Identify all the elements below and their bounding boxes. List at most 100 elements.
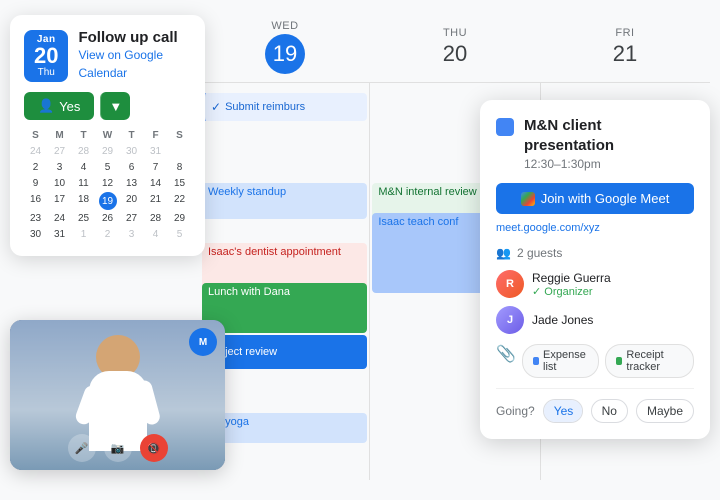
reggie-info: Reggie Guerra ✓ Organizer bbox=[532, 271, 611, 298]
rsvp-maybe-button[interactable]: Maybe bbox=[636, 399, 694, 423]
receipt-dot bbox=[616, 357, 622, 365]
notification-header: Jan 20 Thu Follow up call View on Google… bbox=[24, 29, 191, 82]
cal-day-7[interactable]: 7 bbox=[144, 160, 167, 175]
receipt-tracker-chip[interactable]: Receipt tracker bbox=[605, 344, 694, 378]
cal-day-24b[interactable]: 24 bbox=[48, 211, 71, 226]
cal-day-27[interactable]: 27 bbox=[48, 144, 71, 159]
day-col-thu: THU 20 bbox=[370, 27, 540, 67]
cal-day-26[interactable]: 26 bbox=[96, 211, 119, 226]
cal-day-3[interactable]: 3 bbox=[48, 160, 71, 175]
going-label: Going? bbox=[496, 404, 535, 418]
cal-day-21[interactable]: 21 bbox=[144, 192, 167, 210]
notification-event-title: Follow up call bbox=[78, 29, 191, 46]
join-meet-button[interactable]: Join with Google Meet bbox=[496, 183, 694, 214]
guest-jade: J Jade Jones bbox=[496, 306, 694, 334]
yes-button[interactable]: 👤 Yes bbox=[24, 92, 94, 120]
cal-day-11[interactable]: 11 bbox=[72, 176, 95, 191]
event-yoga[interactable]: Do yoga bbox=[202, 413, 367, 443]
badge-day: 20 bbox=[34, 45, 58, 67]
cal-day-12[interactable]: 12 bbox=[96, 176, 119, 191]
thu-name: THU bbox=[370, 27, 540, 39]
jade-avatar: J bbox=[496, 306, 524, 334]
cal-day-19-today[interactable]: 19 bbox=[99, 192, 117, 210]
fri-number: 21 bbox=[540, 41, 710, 67]
video-controls: 🎤 📷 📵 bbox=[68, 434, 168, 462]
cal-day-24[interactable]: 24 bbox=[24, 144, 47, 159]
google-meet-icon bbox=[521, 192, 535, 206]
cal-header-s2: S bbox=[168, 128, 191, 143]
guest-reggie: R Reggie Guerra ✓ Organizer bbox=[496, 270, 694, 298]
cal-day-9[interactable]: 9 bbox=[24, 176, 47, 191]
yes-rsvp-group: Yes ▾ bbox=[543, 399, 583, 423]
yes-dropdown-button[interactable]: ▼ bbox=[100, 92, 130, 120]
notification-actions: 👤 Yes ▼ bbox=[24, 92, 191, 120]
camera-button[interactable]: 📷 bbox=[104, 434, 132, 462]
cal-day-4[interactable]: 4 bbox=[72, 160, 95, 175]
cal-day-31[interactable]: 31 bbox=[144, 144, 167, 159]
hangup-button[interactable]: 📵 bbox=[140, 434, 168, 462]
cal-day-1next[interactable]: 1 bbox=[72, 227, 95, 242]
meet-link[interactable]: meet.google.com/xyz bbox=[496, 222, 694, 234]
badge-weekday: Thu bbox=[34, 67, 58, 78]
popup-event-time: 12:30–1:30pm bbox=[524, 157, 694, 171]
cal-day-5[interactable]: 5 bbox=[96, 160, 119, 175]
cal-day-29[interactable]: 29 bbox=[96, 144, 119, 159]
cal-day-18[interactable]: 18 bbox=[72, 192, 95, 210]
cal-day-4next[interactable]: 4 bbox=[144, 227, 167, 242]
cal-day-30b[interactable]: 30 bbox=[24, 227, 47, 242]
cal-day-15[interactable]: 15 bbox=[168, 176, 191, 191]
cal-header-s1: S bbox=[24, 128, 47, 143]
cal-day-3next[interactable]: 3 bbox=[120, 227, 143, 242]
wed-name: WED bbox=[200, 20, 370, 32]
thu-number: 20 bbox=[370, 41, 540, 67]
cal-day-2next[interactable]: 2 bbox=[96, 227, 119, 242]
expense-list-chip[interactable]: Expense list bbox=[522, 344, 599, 378]
cal-day-16[interactable]: 16 bbox=[24, 192, 47, 210]
cal-day-25[interactable]: 25 bbox=[72, 211, 95, 226]
wed-column: ✓ Submit reimburs Weekly standup Isaac's… bbox=[200, 83, 369, 480]
cal-day-5next[interactable]: 5 bbox=[168, 227, 191, 242]
cal-day-28b[interactable]: 28 bbox=[144, 211, 167, 226]
cal-day-10[interactable]: 10 bbox=[48, 176, 71, 191]
date-badge: Jan 20 Thu bbox=[24, 30, 68, 82]
rsvp-no-button[interactable]: No bbox=[591, 399, 628, 423]
event-lunch-dana[interactable]: Lunch with Dana bbox=[202, 283, 367, 333]
cal-day-6[interactable]: 6 bbox=[120, 160, 143, 175]
event-weekly-standup[interactable]: Weekly standup bbox=[202, 183, 367, 219]
cal-day-27b[interactable]: 27 bbox=[120, 211, 143, 226]
cal-day-20-row4[interactable]: 20 bbox=[120, 192, 143, 210]
cal-day-31b[interactable]: 31 bbox=[48, 227, 71, 242]
meet-avatar-icon: M bbox=[189, 328, 217, 356]
cal-day-17[interactable]: 17 bbox=[48, 192, 71, 210]
calendar-header: WED 19 THU 20 FRI 21 bbox=[200, 20, 710, 82]
cal-day-empty bbox=[168, 144, 191, 159]
mute-button[interactable]: 🎤 bbox=[68, 434, 96, 462]
guests-icon: 👥 bbox=[496, 246, 511, 260]
cal-day-22[interactable]: 22 bbox=[168, 192, 191, 210]
reggie-avatar: R bbox=[496, 270, 524, 298]
event-submit-reimburs[interactable]: ✓ Submit reimburs bbox=[202, 93, 367, 121]
wed-number: 19 bbox=[265, 34, 305, 74]
cal-header-m: M bbox=[48, 128, 71, 143]
cal-header-f: F bbox=[144, 128, 167, 143]
cal-header-t1: T bbox=[72, 128, 95, 143]
expense-dot bbox=[533, 357, 539, 365]
cal-day-28[interactable]: 28 bbox=[72, 144, 95, 159]
event-project-review[interactable]: Project review bbox=[202, 335, 367, 369]
rsvp-yes-button[interactable]: Yes bbox=[544, 400, 583, 422]
mini-month-calendar: S M T W T F S 24 27 28 29 30 31 2 3 4 5 … bbox=[24, 128, 191, 242]
cal-day-30[interactable]: 30 bbox=[120, 144, 143, 159]
reggie-role: ✓ Organizer bbox=[532, 285, 611, 298]
cal-day-14[interactable]: 14 bbox=[144, 176, 167, 191]
guests-count: 👥 2 guests bbox=[496, 246, 694, 260]
day-col-fri: FRI 21 bbox=[540, 27, 710, 67]
notification-event-info: Follow up call View on Google Calendar bbox=[78, 29, 191, 82]
popup-header: M&N client presentation 12:30–1:30pm bbox=[496, 116, 694, 171]
cal-day-23[interactable]: 23 bbox=[24, 211, 47, 226]
cal-day-29b[interactable]: 29 bbox=[168, 211, 191, 226]
cal-day-2[interactable]: 2 bbox=[24, 160, 47, 175]
view-google-calendar-link[interactable]: View on Google Calendar bbox=[78, 48, 163, 80]
cal-day-13[interactable]: 13 bbox=[120, 176, 143, 191]
cal-day-8[interactable]: 8 bbox=[168, 160, 191, 175]
cal-header-t2: T bbox=[120, 128, 143, 143]
